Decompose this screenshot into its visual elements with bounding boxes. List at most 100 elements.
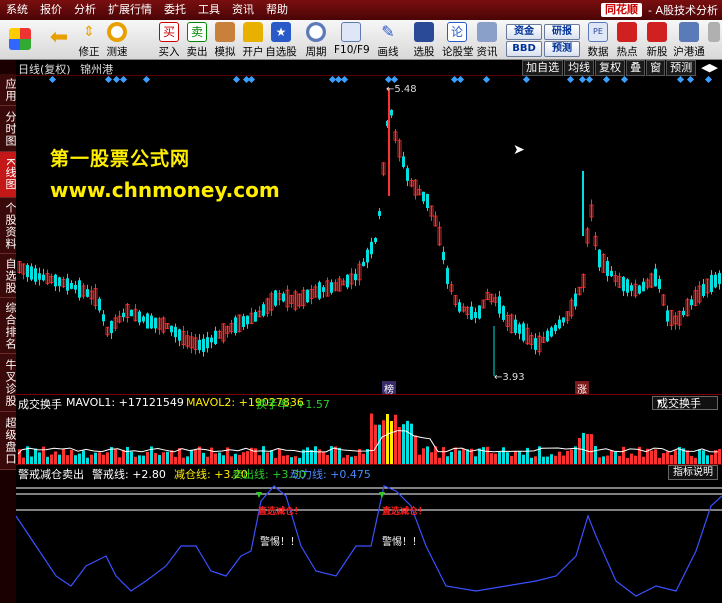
volume-bar (478, 448, 481, 464)
back-button[interactable]: ⬅ (46, 22, 72, 58)
sidebar-item-timeshare[interactable]: 分时图 (0, 106, 17, 152)
brand-logo: 同花顺 (601, 3, 642, 17)
forum-button[interactable]: 论 论股堂 (442, 22, 474, 58)
candle-body (546, 330, 549, 342)
buy-icon: 买 (159, 22, 179, 42)
brand: 同花顺 - A股技术分析 (601, 2, 722, 18)
volume-bar (58, 454, 61, 464)
sell-button[interactable]: 卖 卖出 (184, 22, 210, 58)
sidebar-item-diagnosis[interactable]: 牛叉诊股 (0, 354, 17, 412)
hk-connect-button[interactable]: 沪港通 (672, 22, 706, 58)
candle-body (642, 281, 645, 292)
overlay-button[interactable]: 叠 (626, 60, 646, 76)
add-watchlist-button[interactable]: 加自选 (522, 60, 564, 76)
new-stock-button[interactable]: 新股 (644, 22, 670, 58)
volume-bar (66, 455, 69, 464)
buy-button[interactable]: 买 买入 (156, 22, 182, 58)
volume-bar (158, 455, 161, 464)
signal-diamond (340, 76, 349, 84)
sidebar-item-profile[interactable]: 个股资料 (0, 198, 17, 254)
volume-bar (170, 450, 173, 464)
ma-button[interactable]: 均线 (564, 60, 595, 76)
hotspot-button[interactable]: 热点 (614, 22, 640, 58)
volume-bar (410, 423, 413, 464)
menu-help[interactable]: 帮助 (260, 0, 294, 20)
news-button[interactable]: 资讯 (476, 22, 498, 58)
signal-diamond (104, 76, 113, 84)
simulate-button[interactable]: 模拟 (212, 22, 238, 58)
candle-body (130, 309, 133, 317)
menu-trade[interactable]: 委托 (158, 0, 192, 20)
sidebar-item-ranking[interactable]: 综合排名 (0, 298, 17, 354)
open-account-button[interactable]: 开户 (240, 22, 266, 58)
reduce-alert-1: 直选减仓！ (258, 507, 304, 517)
chart-header: 日线(复权) 锦州港 加自选 均线 复权 叠 窗 预测 ◀▶ (16, 60, 722, 76)
candle-body (110, 320, 113, 334)
volume-bar (354, 455, 357, 464)
watchlist-button[interactable]: ★ 自选股 (264, 22, 298, 58)
research-button[interactable]: 研报 (544, 24, 580, 40)
stock-picker-button[interactable]: 选股 (410, 22, 438, 58)
power-line-curve (16, 485, 722, 597)
menu-news[interactable]: 资讯 (226, 0, 260, 20)
draw-line-button[interactable]: ✎ 画线 (374, 22, 402, 58)
warning-text-1: 警惕！！ (260, 537, 300, 548)
candle-body (630, 285, 633, 291)
menu-quote[interactable]: 报价 (34, 0, 68, 20)
sidebar-item-orderbook[interactable]: 超级盘口 (0, 412, 17, 470)
menu-tools[interactable]: 工具 (192, 0, 226, 20)
fix-button[interactable]: ⇕ 修正 (76, 22, 102, 58)
volume-bar (222, 455, 225, 464)
f10-button[interactable]: F10/F9 (334, 22, 370, 58)
more-button[interactable] (708, 22, 720, 58)
volume-bar (710, 454, 713, 464)
volume-indicator-select[interactable]: 成交换手 ▾ (652, 396, 718, 410)
volume-bar (206, 456, 209, 464)
candle-body (346, 274, 349, 288)
volume-bar (674, 450, 677, 464)
volume-bar (446, 456, 449, 464)
data-button[interactable]: PE 数据 (586, 22, 610, 58)
menu-system[interactable]: 系统 (0, 0, 34, 20)
indicator-title: 警戒减仓卖出 (18, 468, 84, 481)
candle-body (374, 237, 377, 243)
candle-body (626, 279, 629, 293)
signal-diamond (522, 76, 531, 84)
indicator-help-button[interactable]: 指标说明 (668, 465, 718, 480)
sidebar-item-apps[interactable]: 应用 (0, 74, 17, 106)
sidebar-item-kline[interactable]: K线图 (0, 152, 17, 198)
menu-bar: 系统 报价 分析 扩展行情 委托 工具 资讯 帮助 同花顺 - A股技术分析 (0, 0, 722, 20)
volume-bar (50, 454, 53, 464)
volume-bar (602, 456, 605, 464)
candlestick-series (17, 88, 721, 376)
candle-body (470, 306, 473, 320)
candle-body (202, 338, 205, 352)
volume-bar (606, 455, 609, 464)
candle-body (370, 241, 373, 255)
window-button[interactable]: 窗 (646, 60, 666, 76)
bbd-button[interactable]: BBD (506, 41, 542, 57)
volume-bar (422, 448, 425, 464)
volume-bar (558, 451, 561, 464)
volume-bar (542, 456, 545, 464)
candle-body (34, 268, 37, 282)
mouse-cursor-icon: ➤ (513, 142, 525, 158)
forecast-tab-button[interactable]: 预测 (666, 60, 697, 76)
close-icon[interactable]: ◀▶ (697, 60, 722, 76)
volume-bar (598, 457, 601, 464)
sidebar-item-watchlist[interactable]: 自选股 (0, 254, 17, 298)
period-button[interactable]: 周期 (302, 22, 330, 58)
adjust-button[interactable]: 复权 (595, 60, 626, 76)
menu-extended[interactable]: 扩展行情 (102, 0, 158, 20)
volume-bar (650, 450, 653, 464)
volume-bar (370, 413, 373, 464)
forecast-button[interactable]: 预测 (544, 41, 580, 57)
signal-diamond (686, 76, 695, 84)
warning-text-2: 警惕！！ (382, 537, 422, 548)
fund-button[interactable]: 资金 (506, 24, 542, 40)
layout-icon-button[interactable] (6, 22, 34, 58)
menu-analysis[interactable]: 分析 (68, 0, 102, 20)
volume-bar (550, 454, 553, 464)
speed-test-button[interactable]: 测速 (104, 22, 130, 58)
volume-bar (454, 447, 457, 464)
